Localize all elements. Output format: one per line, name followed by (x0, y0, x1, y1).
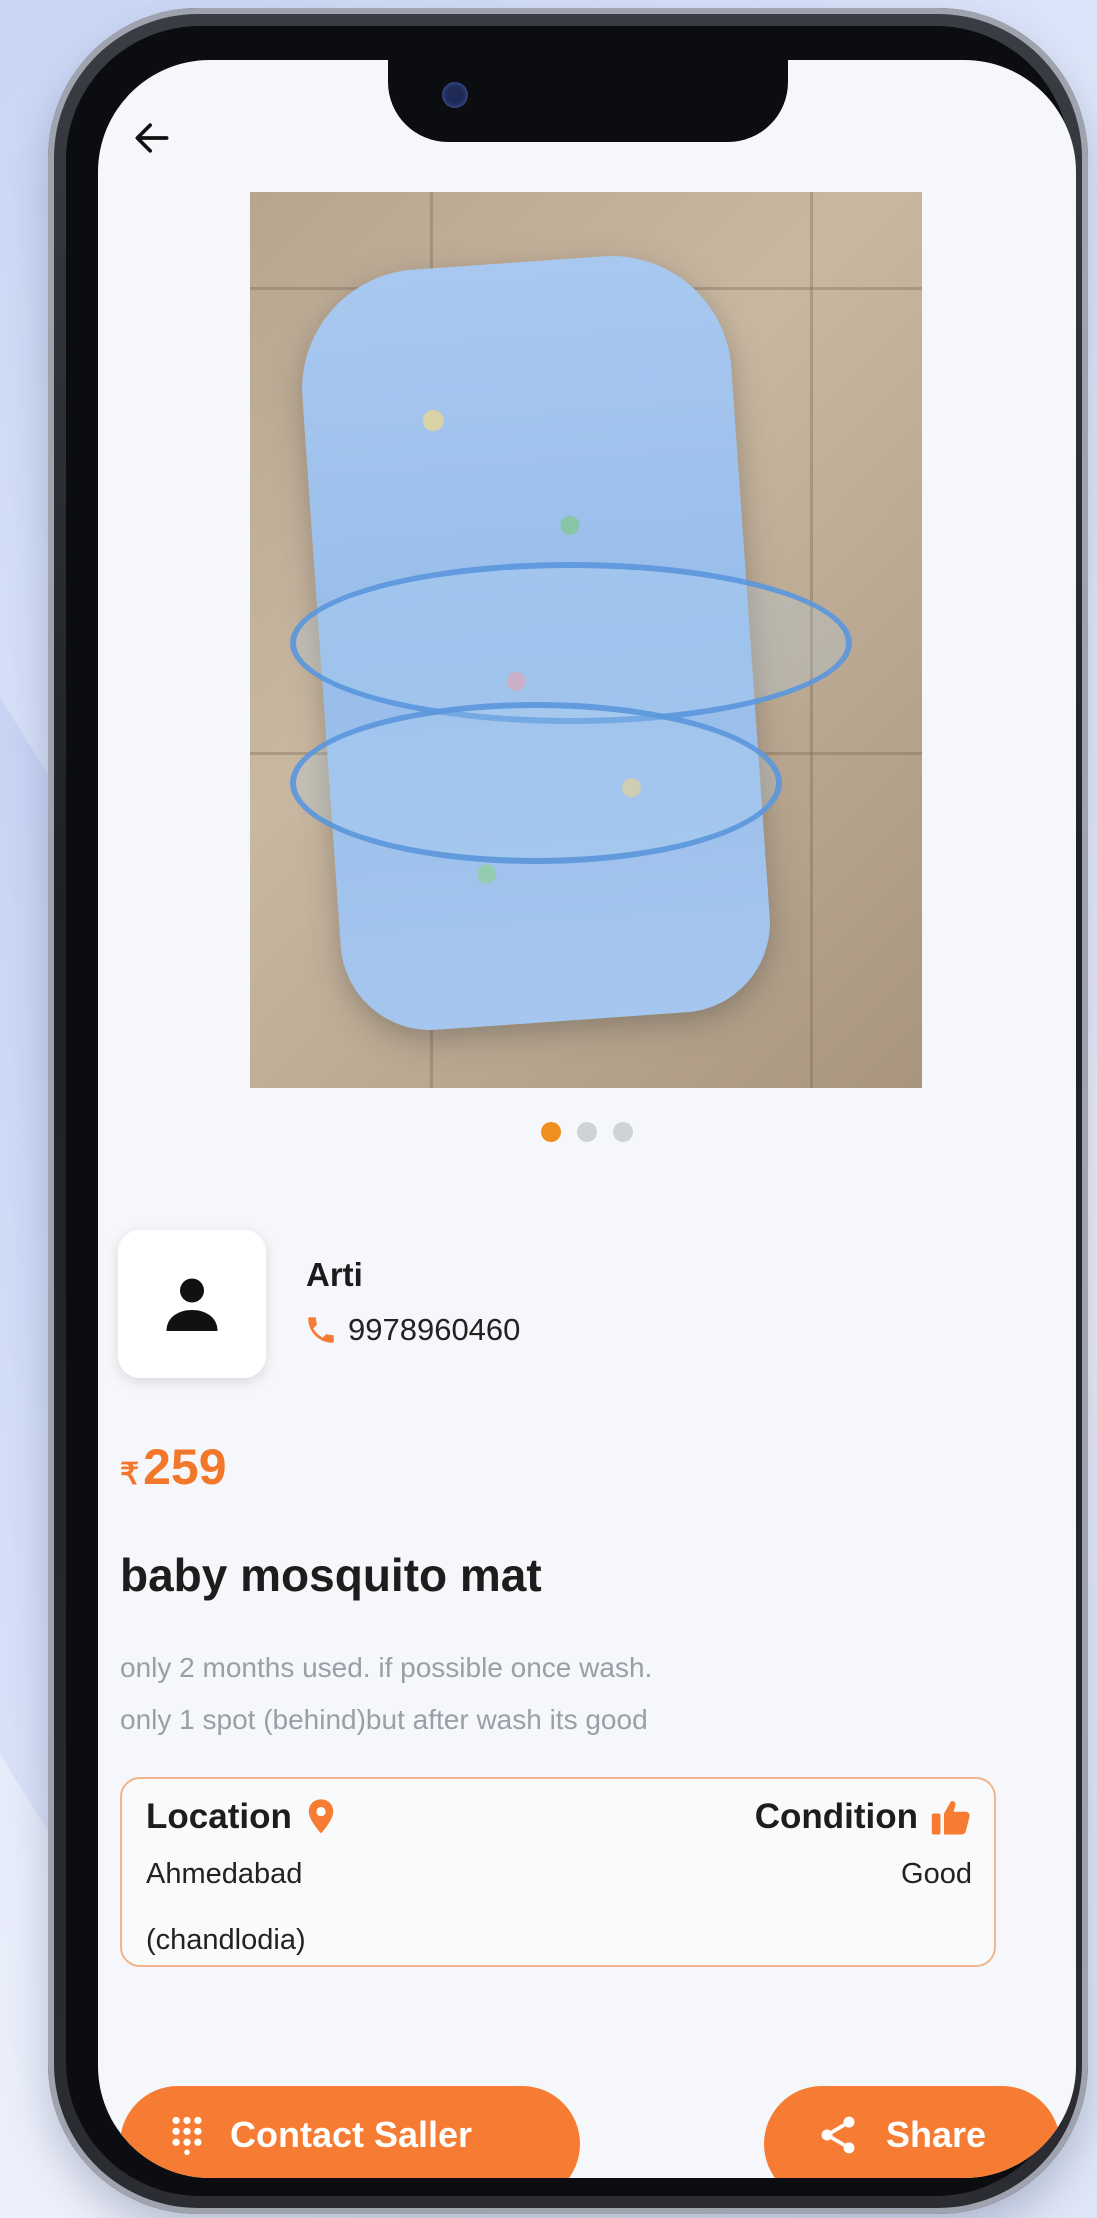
condition-header: Condition (755, 1797, 972, 1837)
back-button[interactable] (122, 108, 182, 168)
currency-symbol: ₹ (120, 1458, 140, 1491)
carousel-dot-3[interactable] (613, 1122, 633, 1142)
contact-seller-label: Contact Saller (230, 2114, 473, 2155)
info-box: Location Ahmedabad (chandlodia) Conditio… (120, 1777, 996, 1967)
net-hoop (290, 562, 852, 724)
share-icon (821, 2116, 855, 2154)
carousel-indicator (98, 1122, 1076, 1142)
seller-name: Arti (306, 1256, 363, 1293)
map-pin-icon (308, 1799, 334, 1834)
product-image[interactable] (250, 192, 922, 1088)
location-section: Location Ahmedabad (chandlodia) (146, 1797, 338, 1973)
price: ₹ 259 (120, 1438, 227, 1496)
net-hoop (290, 702, 782, 864)
condition-label: Condition (754, 1797, 918, 1836)
phone-notch (388, 60, 788, 142)
condition-section: Condition Good (755, 1797, 972, 1907)
carousel-dot-1[interactable] (541, 1122, 561, 1142)
carousel-dot-2[interactable] (577, 1122, 597, 1142)
camera-icon (442, 82, 468, 108)
seller-phone[interactable]: 9978960460 (304, 1312, 520, 1348)
description-line: only 2 months used. if possible once was… (120, 1652, 653, 1683)
share-button[interactable]: Share (764, 2086, 1060, 2178)
description-line: only 1 spot (behind)but after wash its g… (120, 1704, 648, 1735)
location-value: Ahmedabad (chandlodia) (146, 1841, 338, 1973)
share-label: Share (886, 2114, 987, 2155)
phone-icon (308, 1317, 334, 1343)
dialpad-icon (172, 2116, 202, 2155)
listing-description: only 2 months used. if possible once was… (120, 1642, 1000, 1746)
person-icon (166, 1278, 218, 1331)
location-header: Location (146, 1797, 338, 1837)
location-area: (chandlodia) (146, 1924, 306, 1956)
location-label: Location (146, 1797, 292, 1836)
app-screen: Arti 9978960460 ₹ 259 baby mosquito mat … (98, 60, 1076, 2178)
seller-avatar (118, 1230, 266, 1378)
location-city: Ahmedabad (146, 1858, 303, 1890)
contact-seller-button[interactable]: Contact Saller (120, 2086, 580, 2178)
seller-phone-number: 9978960460 (348, 1312, 521, 1347)
listing-title: baby mosquito mat (120, 1549, 542, 1601)
condition-value: Good (901, 1858, 972, 1890)
arrow-left-icon (135, 123, 169, 153)
price-amount: 259 (143, 1439, 227, 1495)
thumbs-up-icon (931, 1801, 970, 1835)
